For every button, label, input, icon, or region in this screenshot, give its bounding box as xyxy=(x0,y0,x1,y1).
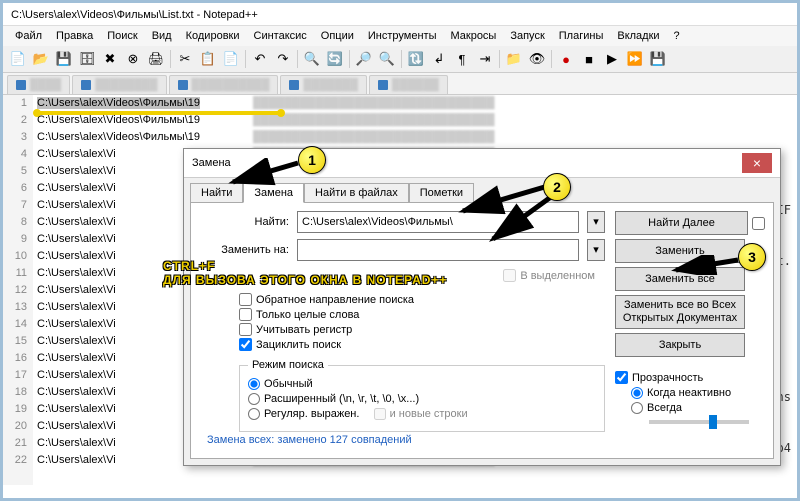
mode-normal-label: Обычный xyxy=(264,378,313,390)
menu-macros[interactable]: Макросы xyxy=(444,28,502,44)
wrap-checkbox[interactable] xyxy=(239,338,252,351)
tab-find-in-files[interactable]: Найти в файлах xyxy=(304,183,409,203)
close-button[interactable]: Закрыть xyxy=(615,333,745,357)
backward-label: Обратное направление поиска xyxy=(256,294,414,306)
tab-icon xyxy=(16,80,26,90)
play-macro-icon[interactable]: ▶ xyxy=(601,48,623,70)
replace-label: Заменить на: xyxy=(199,244,289,256)
file-tab[interactable]: ████ xyxy=(7,75,70,94)
monitor-icon[interactable]: 👁 xyxy=(526,48,548,70)
in-selection-label: В выделенном xyxy=(520,270,595,282)
highlight-bar xyxy=(37,111,281,115)
menu-edit[interactable]: Правка xyxy=(50,28,99,44)
undo-icon[interactable]: ↶ xyxy=(249,48,271,70)
menu-file[interactable]: Файл xyxy=(9,28,48,44)
annotation-marker-2: 2 xyxy=(543,173,571,201)
find-label: Найти: xyxy=(199,216,289,228)
regex-newlines-checkbox xyxy=(374,408,386,420)
tab-bar: ████ ████████ ██████████ ███████ ██████ xyxy=(3,73,797,95)
close-file-icon[interactable]: ✖ xyxy=(99,48,121,70)
file-tab[interactable]: ███████ xyxy=(280,75,367,94)
paste-icon[interactable]: 📄 xyxy=(220,48,242,70)
replace-icon[interactable]: 🔄 xyxy=(324,48,346,70)
line-numbers: 12345678910111213141516171819202122 xyxy=(3,95,33,485)
toolbar: 📄 📂 💾 🗄 ✖ ⊗ 🖨 ✂ 📋 📄 ↶ ↷ 🔍 🔄 🔎 🔍 🔃 ↲ ¶ ⇥ … xyxy=(3,46,797,73)
match-case-checkbox[interactable] xyxy=(239,323,252,336)
zoom-out-icon[interactable]: 🔍 xyxy=(376,48,398,70)
transparency-checkbox[interactable] xyxy=(615,371,628,384)
tab-icon xyxy=(378,80,388,90)
play-multi-icon[interactable]: ⏩ xyxy=(624,48,646,70)
menu-view[interactable]: Вид xyxy=(146,28,178,44)
find-icon[interactable]: 🔍 xyxy=(301,48,323,70)
whitespace-icon[interactable]: ¶ xyxy=(451,48,473,70)
folder-icon[interactable]: 📁 xyxy=(503,48,525,70)
replace-dropdown-icon[interactable]: ▾ xyxy=(587,239,605,261)
trans-always-radio[interactable] xyxy=(631,402,643,414)
regex-newlines-label: и новые строки xyxy=(390,408,468,420)
close-icon[interactable]: × xyxy=(742,153,772,173)
open-file-icon[interactable]: 📂 xyxy=(30,48,52,70)
transparency-slider[interactable] xyxy=(649,420,749,424)
mode-regex-radio[interactable] xyxy=(248,408,260,420)
copy-icon[interactable]: 📋 xyxy=(197,48,219,70)
file-tab[interactable]: ████████ xyxy=(72,75,166,94)
menu-plugins[interactable]: Плагины xyxy=(553,28,610,44)
in-selection-checkbox xyxy=(503,269,516,282)
save-all-icon[interactable]: 🗄 xyxy=(76,48,98,70)
tab-icon xyxy=(178,80,188,90)
sync-icon[interactable]: 🔃 xyxy=(405,48,427,70)
record-macro-icon[interactable]: ● xyxy=(555,48,577,70)
menubar: Файл Правка Поиск Вид Кодировки Синтакси… xyxy=(3,26,797,46)
menu-search[interactable]: Поиск xyxy=(101,28,143,44)
zoom-in-icon[interactable]: 🔎 xyxy=(353,48,375,70)
wrap-icon[interactable]: ↲ xyxy=(428,48,450,70)
tab-icon xyxy=(289,80,299,90)
annotation-marker-3: 3 xyxy=(738,243,766,271)
find-next-button[interactable]: Найти Далее xyxy=(615,211,748,235)
cut-icon[interactable]: ✂ xyxy=(174,48,196,70)
tab-icon xyxy=(81,80,91,90)
save-icon[interactable]: 💾 xyxy=(53,48,75,70)
redo-icon[interactable]: ↷ xyxy=(272,48,294,70)
whole-words-label: Только целые слова xyxy=(256,309,359,321)
replace-all-docs-button[interactable]: Заменить все во Всех Открытых Документах xyxy=(615,295,745,329)
indent-icon[interactable]: ⇥ xyxy=(474,48,496,70)
file-tab[interactable]: ██████████ xyxy=(169,75,279,94)
save-macro-icon[interactable]: 💾 xyxy=(647,48,669,70)
mode-extended-label: Расширенный (\n, \r, \t, \0, \x...) xyxy=(264,393,419,405)
dialog-status: Замена всех: заменено 127 совпадений xyxy=(207,434,773,446)
transparency-label: Прозрачность xyxy=(632,372,703,384)
trans-inactive-label: Когда неактивно xyxy=(647,387,731,399)
file-tab[interactable]: ██████ xyxy=(369,75,448,94)
annotation-marker-1: 1 xyxy=(298,146,326,174)
menu-help[interactable]: ? xyxy=(668,28,686,44)
mode-extended-radio[interactable] xyxy=(248,393,260,405)
menu-run[interactable]: Запуск xyxy=(504,28,550,44)
menu-tabs[interactable]: Вкладки xyxy=(611,28,665,44)
find-dropdown-icon[interactable]: ▾ xyxy=(587,211,605,233)
menu-syntax[interactable]: Синтаксис xyxy=(248,28,313,44)
menu-encoding[interactable]: Кодировки xyxy=(180,28,246,44)
close-all-icon[interactable]: ⊗ xyxy=(122,48,144,70)
trans-always-label: Всегда xyxy=(647,402,682,414)
arrow-icon xyxy=(223,158,303,188)
search-mode-legend: Режим поиска xyxy=(248,359,328,371)
backward-checkbox[interactable] xyxy=(239,293,252,306)
mode-normal-radio[interactable] xyxy=(248,378,260,390)
annotation-text: CTRL+F ДЛЯ ВЫЗОВА ЭТОГО ОКНА В NOTEPAD++ xyxy=(163,259,447,287)
mode-regex-label: Регуляр. выражен. xyxy=(264,408,359,420)
whole-words-checkbox[interactable] xyxy=(239,308,252,321)
trans-inactive-radio[interactable] xyxy=(631,387,643,399)
print-icon[interactable]: 🖨 xyxy=(145,48,167,70)
menu-options[interactable]: Опции xyxy=(315,28,360,44)
stop-macro-icon[interactable]: ■ xyxy=(578,48,600,70)
window-title: C:\Users\alex\Videos\Фильмы\List.txt - N… xyxy=(3,3,797,26)
menu-tools[interactable]: Инструменты xyxy=(362,28,443,44)
arrow-icon xyxy=(668,255,743,275)
find-next-checkbox[interactable] xyxy=(752,217,765,230)
match-case-label: Учитывать регистр xyxy=(256,324,352,336)
new-file-icon[interactable]: 📄 xyxy=(7,48,29,70)
wrap-label: Зациклить поиск xyxy=(256,339,341,351)
